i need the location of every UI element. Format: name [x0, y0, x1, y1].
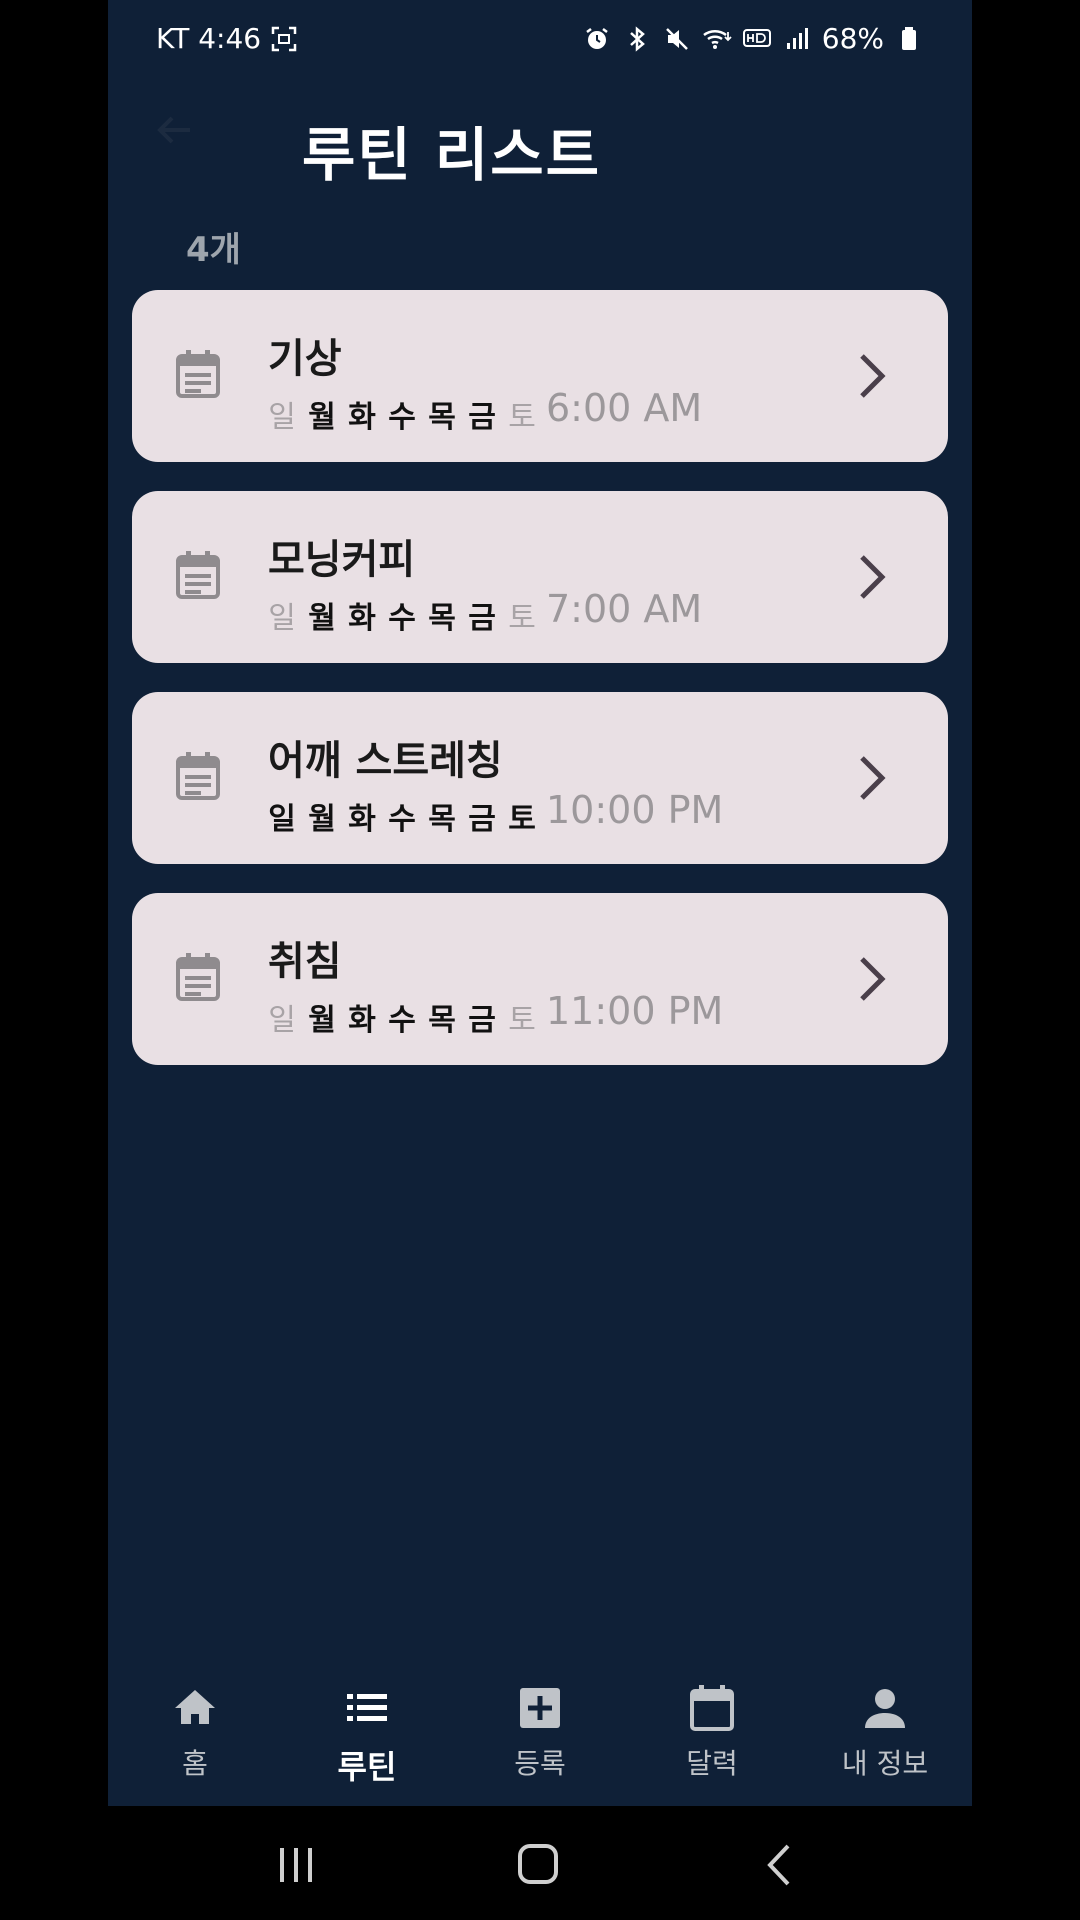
routine-card[interactable]: 어깨 스트레칭 일 월 화 수 목 금 토 10:00 PM [132, 692, 948, 864]
nav-calendar[interactable]: 달력 [647, 1684, 777, 1794]
nav-home[interactable]: 홈 [130, 1684, 260, 1794]
recent-apps-icon[interactable] [266, 1840, 326, 1890]
home-icon [175, 1690, 215, 1724]
calendar-icon [690, 1685, 734, 1731]
mute-icon [662, 24, 692, 54]
day-tue: 화 [348, 802, 376, 837]
day-tue: 화 [348, 601, 376, 636]
bottom-nav: 홈 루틴 등록 달력 내 정보 [108, 1660, 972, 1806]
calendar-note-icon [176, 350, 220, 398]
nav-label: 등록 [514, 1747, 566, 1780]
chevron-right-icon[interactable] [854, 953, 890, 1005]
day-thu: 목 [428, 802, 456, 837]
hd-icon [742, 24, 772, 54]
day-sun: 일 [268, 400, 296, 435]
list-icon [347, 1694, 387, 1721]
routine-days: 일 월 화 수 목 금 토 [268, 392, 536, 436]
routine-card[interactable]: 기상 일 월 화 수 목 금 토 6:00 AM [132, 290, 948, 462]
day-sat: 토 [508, 601, 536, 636]
day-fri: 금 [468, 400, 496, 435]
calendar-note-icon [176, 752, 220, 800]
page-title: 루틴 리스트 [302, 121, 601, 189]
day-sat: 토 [508, 802, 536, 837]
back-button-icon[interactable] [752, 1840, 812, 1890]
day-wed: 수 [388, 1003, 416, 1038]
nav-register[interactable]: 등록 [475, 1684, 605, 1794]
day-mon: 월 [308, 601, 336, 636]
routine-time: 10:00 PM [546, 788, 724, 832]
back-arrow-icon[interactable] [152, 108, 200, 156]
app-screen: KT 4:46 68% 루틴 리스트 4개 기상 일 월 화 수 목 금 토 6… [108, 0, 972, 1806]
chevron-right-icon[interactable] [854, 551, 890, 603]
day-wed: 수 [388, 601, 416, 636]
nav-label: 내 정보 [841, 1747, 929, 1780]
add-box-icon [520, 1688, 560, 1728]
routine-name: 취침 [268, 939, 342, 985]
day-mon: 월 [308, 1003, 336, 1038]
carrier-time: KT 4:46 [156, 22, 262, 55]
day-fri: 금 [468, 1003, 496, 1038]
routine-count: 4개 [186, 230, 241, 270]
day-sat: 토 [508, 1003, 536, 1038]
routine-days: 일 월 화 수 목 금 토 [268, 794, 536, 838]
day-sat: 토 [508, 400, 536, 435]
bluetooth-icon [622, 24, 652, 54]
day-fri: 금 [468, 802, 496, 837]
home-button-icon[interactable] [508, 1840, 568, 1890]
nav-label: 달력 [686, 1747, 738, 1780]
routine-name: 어깨 스트레칭 [268, 738, 503, 784]
nav-routine[interactable]: 루틴 [302, 1684, 432, 1794]
routine-card[interactable]: 모닝커피 일 월 화 수 목 금 토 7:00 AM [132, 491, 948, 663]
day-mon: 월 [308, 400, 336, 435]
day-sun: 일 [268, 601, 296, 636]
screenshot-icon [269, 24, 299, 54]
nav-label: 루틴 [337, 1748, 397, 1786]
chevron-right-icon[interactable] [854, 350, 890, 402]
day-thu: 목 [428, 400, 456, 435]
day-mon: 월 [308, 802, 336, 837]
routine-time: 11:00 PM [546, 989, 724, 1033]
routine-name: 기상 [268, 336, 342, 382]
signal-icon [782, 24, 812, 54]
day-tue: 화 [348, 1003, 376, 1038]
routine-days: 일 월 화 수 목 금 토 [268, 593, 536, 637]
day-thu: 목 [428, 601, 456, 636]
calendar-note-icon [176, 551, 220, 599]
status-bar: KT 4:46 68% [108, 0, 972, 80]
routine-time: 6:00 AM [546, 386, 703, 430]
day-sun: 일 [268, 1003, 296, 1038]
routine-name: 모닝커피 [268, 537, 416, 583]
calendar-note-icon [176, 953, 220, 1001]
alarm-icon [582, 24, 612, 54]
person-icon [865, 1689, 905, 1728]
routine-card[interactable]: 취침 일 월 화 수 목 금 토 11:00 PM [132, 893, 948, 1065]
battery-icon [894, 24, 924, 54]
nav-label: 홈 [182, 1747, 208, 1780]
battery-percent: 68% [821, 22, 884, 55]
routine-list: 기상 일 월 화 수 목 금 토 6:00 AM 모닝커피 일 월 화 수 목 [132, 290, 948, 1094]
day-tue: 화 [348, 400, 376, 435]
routine-time: 7:00 AM [546, 587, 703, 631]
day-fri: 금 [468, 601, 496, 636]
system-nav-bar [0, 1806, 1080, 1920]
day-thu: 목 [428, 1003, 456, 1038]
routine-days: 일 월 화 수 목 금 토 [268, 995, 536, 1039]
nav-my-info[interactable]: 내 정보 [820, 1684, 950, 1794]
day-wed: 수 [388, 400, 416, 435]
day-sun: 일 [268, 802, 296, 837]
chevron-right-icon[interactable] [854, 752, 890, 804]
day-wed: 수 [388, 802, 416, 837]
wifi-icon [702, 24, 732, 54]
